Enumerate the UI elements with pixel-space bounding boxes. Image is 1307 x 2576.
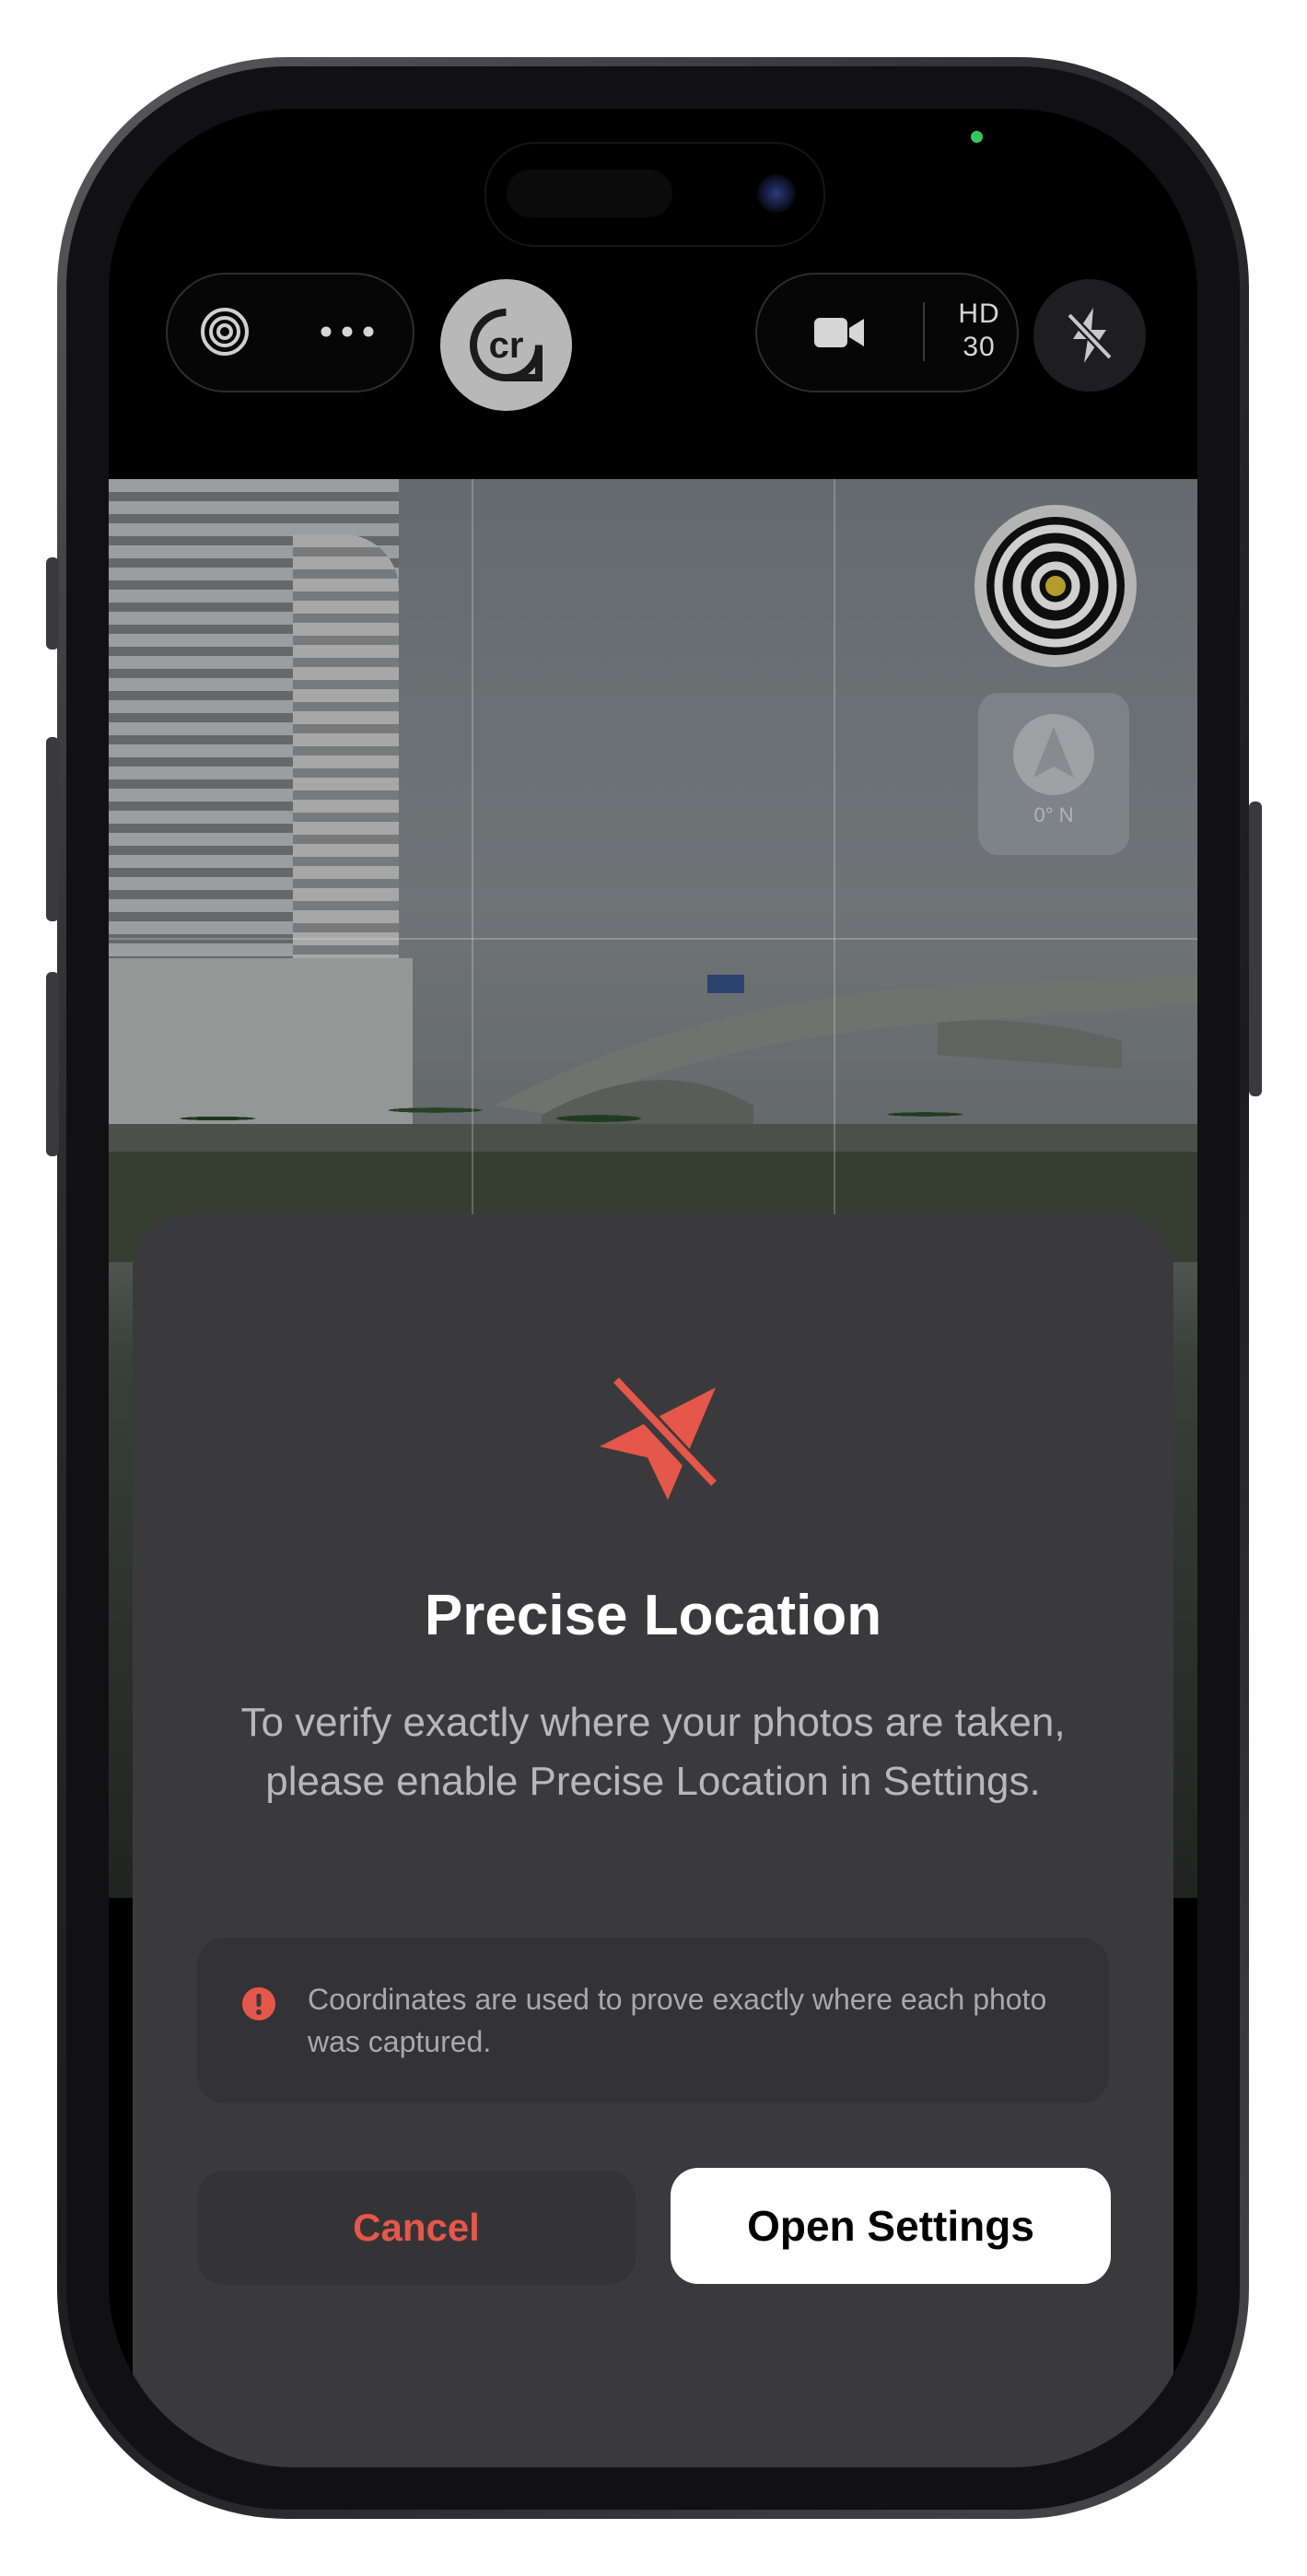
video-camera-icon[interactable] <box>814 316 866 349</box>
pill-divider <box>923 302 925 361</box>
flash-button[interactable] <box>1033 279 1146 392</box>
dialog-body: To verify exactly where your photos are … <box>240 1700 1066 1804</box>
app-logo-icon: cr <box>470 309 543 381</box>
info-callout: Coordinates are used to prove exactly wh… <box>197 1938 1109 2103</box>
location-slash-icon <box>600 1371 722 1500</box>
action-button <box>46 557 59 650</box>
alert-circle-icon <box>242 1987 275 2020</box>
app-logo-button[interactable]: cr <box>440 279 572 411</box>
cancel-button[interactable]: Cancel <box>197 2171 636 2285</box>
open-settings-button[interactable]: Open Settings <box>671 2168 1111 2284</box>
grid-line-horizontal-1 <box>109 938 1197 940</box>
volume-up-button <box>46 737 59 921</box>
camera-in-use-indicator <box>971 131 983 143</box>
target-icon[interactable] <box>200 307 250 357</box>
phone-screen: cr HD 30 0° N Precise Location To verify… <box>109 109 1197 2467</box>
volume-down-button <box>46 972 59 1156</box>
frame-rate-label: 30 <box>963 332 996 362</box>
app-logo-text: cr <box>489 325 524 366</box>
island-sensor <box>507 170 672 217</box>
power-button <box>1249 802 1262 1096</box>
dynamic-island <box>484 142 825 247</box>
dialog-title: Precise Location <box>424 1584 882 1647</box>
compass-heading-label: 0° N <box>1033 803 1074 826</box>
precise-location-dialog: Precise Location To verify exactly where… <box>133 1214 1173 2467</box>
compass-card: 0° N <box>978 693 1129 855</box>
location-arrow-icon <box>1013 714 1094 795</box>
video-quality-label: HD <box>958 299 1000 329</box>
front-camera <box>757 174 796 213</box>
left-controls-pill <box>166 273 414 392</box>
info-text: Coordinates are used to prove exactly wh… <box>308 1983 1047 2058</box>
capture-target-button[interactable] <box>974 505 1137 667</box>
video-format-button[interactable]: HD 30 <box>941 298 1017 364</box>
ellipsis-icon[interactable] <box>320 325 375 338</box>
flash-off-icon <box>1066 308 1114 363</box>
target-icon <box>986 517 1125 655</box>
